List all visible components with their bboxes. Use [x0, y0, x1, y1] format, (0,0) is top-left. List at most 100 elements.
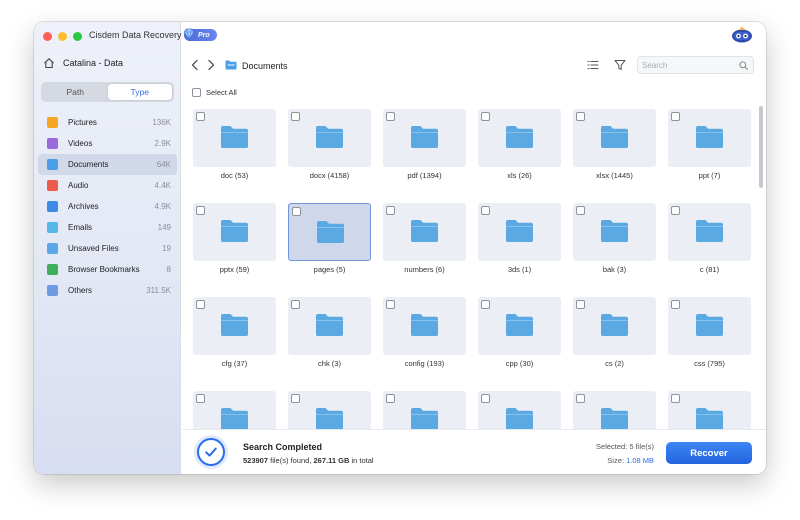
tile-thumbnail[interactable]	[193, 109, 276, 167]
file-type-tile[interactable]: pages (5)	[288, 203, 371, 287]
tile-thumbnail[interactable]	[383, 203, 466, 261]
tab-path[interactable]: Path	[43, 84, 108, 100]
tile-thumbnail[interactable]	[668, 109, 751, 167]
sidebar-item-documents[interactable]: Documents 64K	[38, 154, 177, 175]
file-type-tile[interactable]: cfg (37)	[193, 297, 276, 381]
file-type-tile[interactable]: docx (4158)	[288, 109, 371, 193]
recover-button[interactable]: Recover	[666, 442, 752, 464]
forward-chevron-icon[interactable]	[206, 59, 216, 71]
sidebar-item-unsaved-files[interactable]: Unsaved Files 19	[38, 238, 177, 259]
tile-checkbox[interactable]	[576, 394, 585, 403]
file-type-tile[interactable]: bak (3)	[573, 203, 656, 287]
tile-checkbox[interactable]	[671, 394, 680, 403]
tile-thumbnail[interactable]	[478, 391, 561, 429]
tile-checkbox[interactable]	[576, 112, 585, 121]
sidebar-item-pictures[interactable]: Pictures 136K	[38, 112, 177, 133]
sidebar-item-audio[interactable]: Audio 4.4K	[38, 175, 177, 196]
file-type-tile[interactable]: numbers (6)	[383, 203, 466, 287]
file-type-tile[interactable]	[383, 391, 466, 429]
tile-thumbnail[interactable]	[193, 297, 276, 355]
filter-icon[interactable]	[614, 59, 626, 71]
sidebar-item-videos[interactable]: Videos 2.9K	[38, 133, 177, 154]
sidebar-item-others[interactable]: Others 311.5K	[38, 280, 177, 301]
tile-checkbox[interactable]	[576, 206, 585, 215]
tile-checkbox[interactable]	[292, 207, 301, 216]
tile-thumbnail[interactable]	[383, 391, 466, 429]
file-type-tile[interactable]: config (193)	[383, 297, 466, 381]
tile-thumbnail[interactable]	[573, 109, 656, 167]
tile-checkbox[interactable]	[576, 300, 585, 309]
window-controls	[43, 32, 82, 41]
file-type-tile[interactable]	[288, 391, 371, 429]
file-type-tile[interactable]	[193, 391, 276, 429]
tile-thumbnail[interactable]	[288, 297, 371, 355]
sidebar-item-browser-bookmarks[interactable]: Browser Bookmarks 8	[38, 259, 177, 280]
tile-checkbox[interactable]	[671, 206, 680, 215]
tile-thumbnail[interactable]	[478, 109, 561, 167]
tile-thumbnail[interactable]	[573, 203, 656, 261]
tile-thumbnail[interactable]	[383, 109, 466, 167]
file-type-tile[interactable]: ppt (7)	[668, 109, 751, 193]
tile-thumbnail[interactable]	[573, 297, 656, 355]
zoom-window-button[interactable]	[73, 32, 82, 41]
tile-checkbox[interactable]	[481, 394, 490, 403]
file-type-tile[interactable]	[668, 391, 751, 429]
file-type-tile[interactable]: c (81)	[668, 203, 751, 287]
tile-thumbnail[interactable]	[478, 297, 561, 355]
tile-label: cs (2)	[605, 359, 624, 368]
file-type-tile[interactable]: pdf (1394)	[383, 109, 466, 193]
close-window-button[interactable]	[43, 32, 52, 41]
list-view-icon[interactable]	[587, 59, 599, 71]
tile-checkbox[interactable]	[291, 112, 300, 121]
tile-thumbnail[interactable]	[288, 391, 371, 429]
tile-thumbnail[interactable]	[193, 203, 276, 261]
tile-thumbnail[interactable]	[193, 391, 276, 429]
tile-checkbox[interactable]	[196, 112, 205, 121]
tile-checkbox[interactable]	[196, 300, 205, 309]
robot-avatar-icon[interactable]	[731, 25, 753, 43]
tile-thumbnail[interactable]	[668, 203, 751, 261]
tile-checkbox[interactable]	[481, 300, 490, 309]
selected-size: Size: 1.08 MB	[607, 456, 654, 465]
tile-thumbnail[interactable]	[383, 297, 466, 355]
select-all-checkbox[interactable]	[192, 88, 201, 97]
tile-checkbox[interactable]	[291, 300, 300, 309]
tile-checkbox[interactable]	[671, 112, 680, 121]
tile-checkbox[interactable]	[196, 394, 205, 403]
tile-thumbnail[interactable]	[668, 297, 751, 355]
file-type-tile[interactable]: cpp (30)	[478, 297, 561, 381]
sidebar-item-archives[interactable]: Archives 4.9K	[38, 196, 177, 217]
tile-checkbox[interactable]	[386, 206, 395, 215]
file-type-tile[interactable]	[573, 391, 656, 429]
tile-checkbox[interactable]	[386, 112, 395, 121]
tile-checkbox[interactable]	[481, 112, 490, 121]
file-type-tile[interactable]: doc (53)	[193, 109, 276, 193]
file-type-tile[interactable]: pptx (59)	[193, 203, 276, 287]
tile-checkbox[interactable]	[386, 300, 395, 309]
file-type-tile[interactable]: cs (2)	[573, 297, 656, 381]
minimize-window-button[interactable]	[58, 32, 67, 41]
tab-type[interactable]: Type	[107, 84, 172, 100]
grid-scrollbar[interactable]	[759, 106, 763, 188]
file-type-tile[interactable]: 3ds (1)	[478, 203, 561, 287]
tile-checkbox[interactable]	[386, 394, 395, 403]
file-type-tile[interactable]: xls (26)	[478, 109, 561, 193]
tile-thumbnail[interactable]	[668, 391, 751, 429]
tile-checkbox[interactable]	[291, 394, 300, 403]
tile-checkbox[interactable]	[481, 206, 490, 215]
tile-checkbox[interactable]	[196, 206, 205, 215]
tile-checkbox[interactable]	[671, 300, 680, 309]
tile-thumbnail[interactable]	[288, 203, 371, 261]
search-input[interactable]	[642, 59, 737, 72]
file-type-tile[interactable]: css (795)	[668, 297, 751, 381]
file-type-tile[interactable]	[478, 391, 561, 429]
select-all-control[interactable]: Select All	[192, 88, 237, 97]
sidebar-item-emails[interactable]: Emails 149	[38, 217, 177, 238]
file-type-tile[interactable]: xlsx (1445)	[573, 109, 656, 193]
tile-thumbnail[interactable]	[573, 391, 656, 429]
tile-thumbnail[interactable]	[478, 203, 561, 261]
search-icon	[739, 61, 748, 70]
back-chevron-icon[interactable]	[190, 59, 200, 71]
file-type-tile[interactable]: chk (3)	[288, 297, 371, 381]
tile-thumbnail[interactable]	[288, 109, 371, 167]
